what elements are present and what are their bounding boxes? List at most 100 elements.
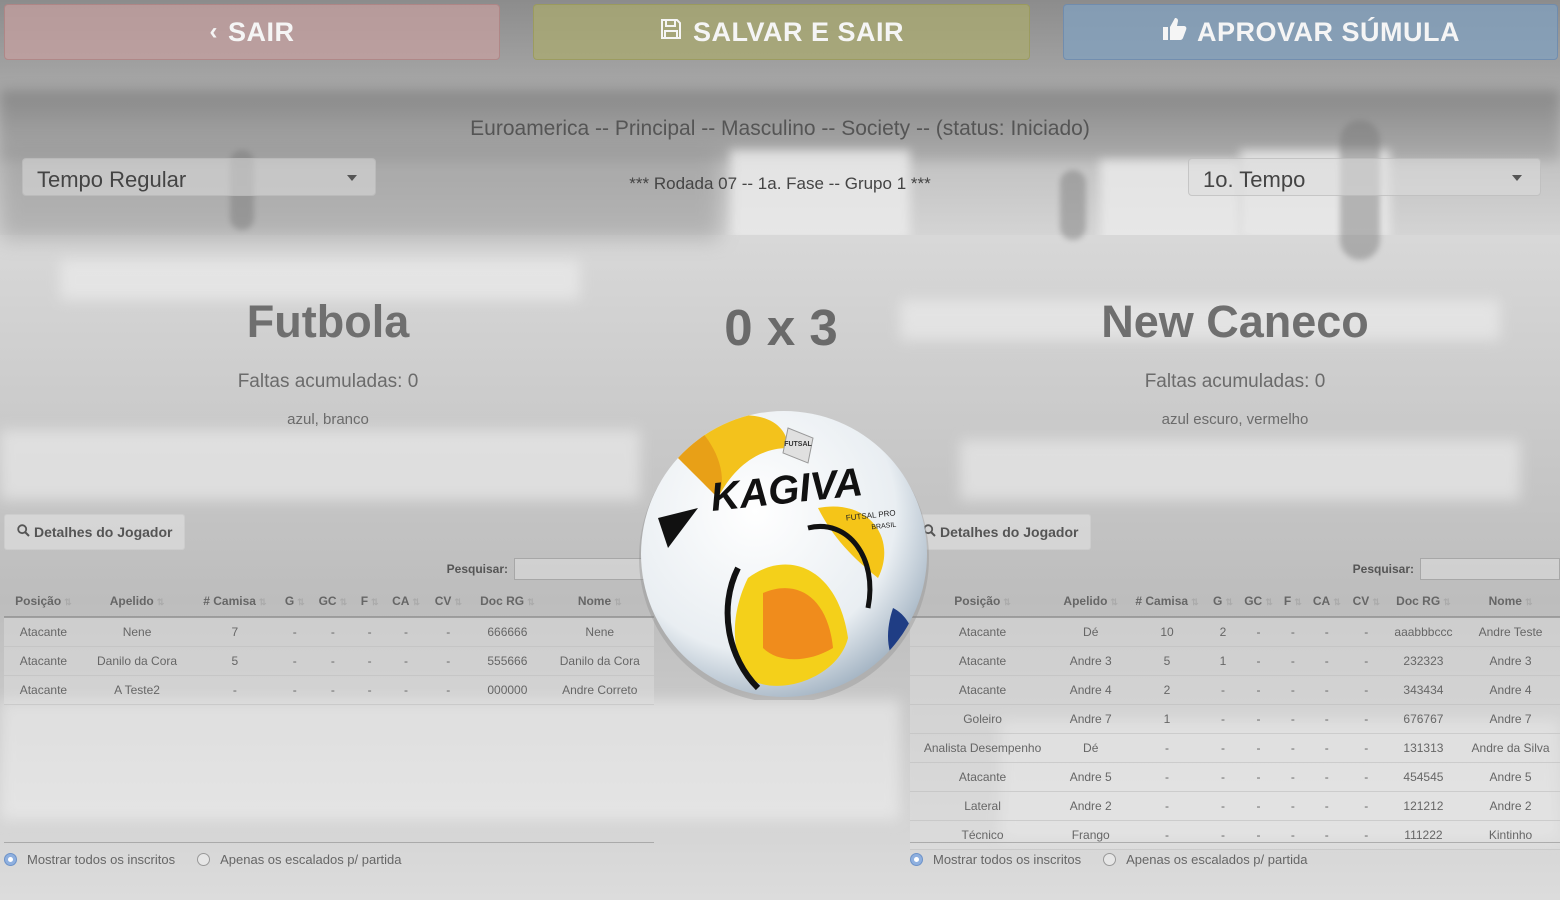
table-cell: Frango [1055, 820, 1127, 850]
column-header[interactable]: Apelido ⇅ [82, 586, 192, 618]
lineup-only-radio[interactable] [197, 853, 211, 866]
table-cell: 2 [1207, 617, 1239, 647]
column-header-label: CV [434, 594, 452, 608]
table-cell: aaabbbccc [1385, 617, 1462, 647]
sort-icon: ⇅ [64, 597, 72, 607]
player-details-button[interactable]: Detalhes do Jogador [910, 514, 1092, 550]
table-row[interactable]: Técnico Frango - - - - - -111222 Kintinho [910, 820, 1560, 850]
table-cell: - [1238, 617, 1279, 647]
column-header-label: Nome [577, 594, 612, 608]
table-cell: - [384, 646, 428, 676]
column-header-label: CV [1352, 594, 1370, 608]
column-header[interactable]: CV ⇅ [427, 586, 470, 618]
table-cell: - [1238, 704, 1279, 734]
column-header[interactable]: Doc RG ⇅ [469, 586, 546, 618]
table-cell: - [1306, 762, 1347, 792]
floppy-disk-icon [659, 17, 683, 48]
column-header[interactable]: G ⇅ [1207, 586, 1239, 618]
table-cell: - [1306, 646, 1347, 676]
approve-report-button[interactable]: APROVAR SÚMULA [1063, 4, 1558, 60]
table-cell: - [1306, 791, 1347, 821]
column-header-label: F [360, 594, 369, 608]
table-cell: - [1306, 617, 1347, 647]
table-cell: 1 [1126, 704, 1208, 734]
column-header-label: Doc RG [1396, 594, 1441, 608]
column-header[interactable]: GC ⇅ [1238, 586, 1279, 618]
table-row[interactable]: Goleiro Andre 7 1- - - - -676767 Andre 7 [910, 704, 1560, 734]
thumbs-up-icon [1161, 17, 1187, 48]
table-cell: - [1306, 820, 1347, 850]
show-all-label: Mostrar todos os inscritos [27, 852, 176, 867]
show-all-radio[interactable] [4, 853, 17, 866]
table-cell: Danilo da Cora [82, 646, 192, 676]
table-cell: 666666 [469, 617, 546, 647]
column-header[interactable]: GC ⇅ [311, 586, 355, 618]
table-cell: Andre 5 [1461, 762, 1560, 792]
table-search: Pesquisar: [447, 558, 654, 580]
table-row[interactable]: Atacante Danilo da Cora 5- - - - -555666 Danilo… [4, 646, 654, 676]
half-select[interactable]: 1o. Tempo [1188, 158, 1541, 196]
futsal-ball-image: KAGIVA FUTSAL PRO BRASIL FUTSAL [639, 411, 929, 700]
table-cell: 10 [1126, 617, 1208, 647]
table-cell: - [1278, 675, 1307, 705]
sort-icon: ⇅ [1294, 597, 1302, 607]
column-header[interactable]: Apelido ⇅ [1055, 586, 1127, 618]
column-header[interactable]: # Camisa ⇅ [1126, 586, 1208, 618]
exit-button[interactable]: ‹ SAIR [4, 4, 500, 60]
table-cell: A Teste2 [82, 675, 192, 705]
save-exit-button[interactable]: SALVAR E SAIR [533, 4, 1030, 60]
table-cell: - [311, 646, 355, 676]
table-row[interactable]: Atacante Nene 7- - - - -666666 Nene [4, 617, 654, 647]
column-header[interactable]: CA ⇅ [1306, 586, 1347, 618]
sort-icon: ⇅ [454, 597, 462, 607]
table-row[interactable]: Atacante Andre 3 5 1- - - -232323 Andre 3 [910, 646, 1560, 676]
column-header[interactable]: Doc RG ⇅ [1385, 586, 1462, 618]
table-cell: - [1126, 733, 1208, 763]
table-cell: - [1278, 704, 1307, 734]
lineup-only-radio[interactable] [1103, 853, 1117, 866]
period-select[interactable]: Tempo Regular [22, 158, 376, 196]
table-row[interactable]: Analista Desempenho Dé - - - - - -131313 Andre d… [910, 733, 1560, 763]
search-label: Pesquisar: [1352, 562, 1414, 576]
table-cell: Andre 7 [1055, 704, 1127, 734]
table-cell: Dé [1055, 617, 1127, 647]
column-header[interactable]: Posição ⇅ [910, 586, 1056, 618]
show-all-radio[interactable] [910, 853, 923, 866]
search-input[interactable] [1420, 558, 1560, 580]
match-title: Euroamerica -- Principal -- Masculino --… [470, 117, 1090, 140]
column-header[interactable]: G ⇅ [278, 586, 312, 618]
ball-tag-text: FUTSAL [784, 441, 812, 448]
column-header[interactable]: F ⇅ [1278, 586, 1307, 618]
column-header[interactable]: CA ⇅ [384, 586, 428, 618]
table-row[interactable]: Atacante Dé 10 2- - - - aaabbbccc Andre Teste [910, 617, 1560, 647]
table-cell: - [1346, 733, 1386, 763]
table-row[interactable]: Atacante Andre 5- - - - - -454545 Andre 5 [910, 762, 1560, 792]
column-header[interactable]: CV ⇅ [1346, 586, 1386, 618]
table-cell: - [1346, 704, 1386, 734]
column-header[interactable]: # Camisa ⇅ [191, 586, 279, 618]
column-header[interactable]: Posição ⇅ [4, 586, 83, 618]
home-players-panel: Detalhes do Jogador Pesquisar: Posição ⇅ A… [4, 514, 654, 884]
table-cell: - [1278, 646, 1307, 676]
table-cell: 111222 [1385, 820, 1462, 850]
table-cell: - [1238, 733, 1279, 763]
sort-icon: ⇅ [1524, 597, 1533, 607]
table-cell: - [278, 675, 312, 705]
column-header-label: Apelido [109, 594, 154, 608]
sort-icon: ⇅ [339, 597, 348, 607]
table-row[interactable]: Atacante Andre 4 2- - - - -343434 Andre 4 [910, 675, 1560, 705]
column-header[interactable]: Nome ⇅ [1461, 586, 1560, 618]
table-cell: Kintinho [1461, 820, 1560, 850]
table-search: Pesquisar: [1353, 558, 1560, 580]
table-row[interactable]: Atacante A Teste2- - - - - -000000 Andre Corret… [4, 675, 654, 705]
table-cell: - [427, 675, 470, 705]
table-cell: - [1238, 646, 1279, 676]
search-input[interactable] [514, 558, 654, 580]
away-team-colors: azul escuro, vermelho [1161, 411, 1309, 428]
table-row[interactable]: Lateral Andre 2- - - - - -121212 Andre 2 [910, 791, 1560, 821]
column-header[interactable]: F ⇅ [354, 586, 385, 618]
player-details-button[interactable]: Detalhes do Jogador [4, 514, 186, 550]
sort-icon: ⇅ [258, 597, 267, 607]
table-cell: - [1278, 733, 1307, 763]
table-cell: - [427, 617, 470, 647]
